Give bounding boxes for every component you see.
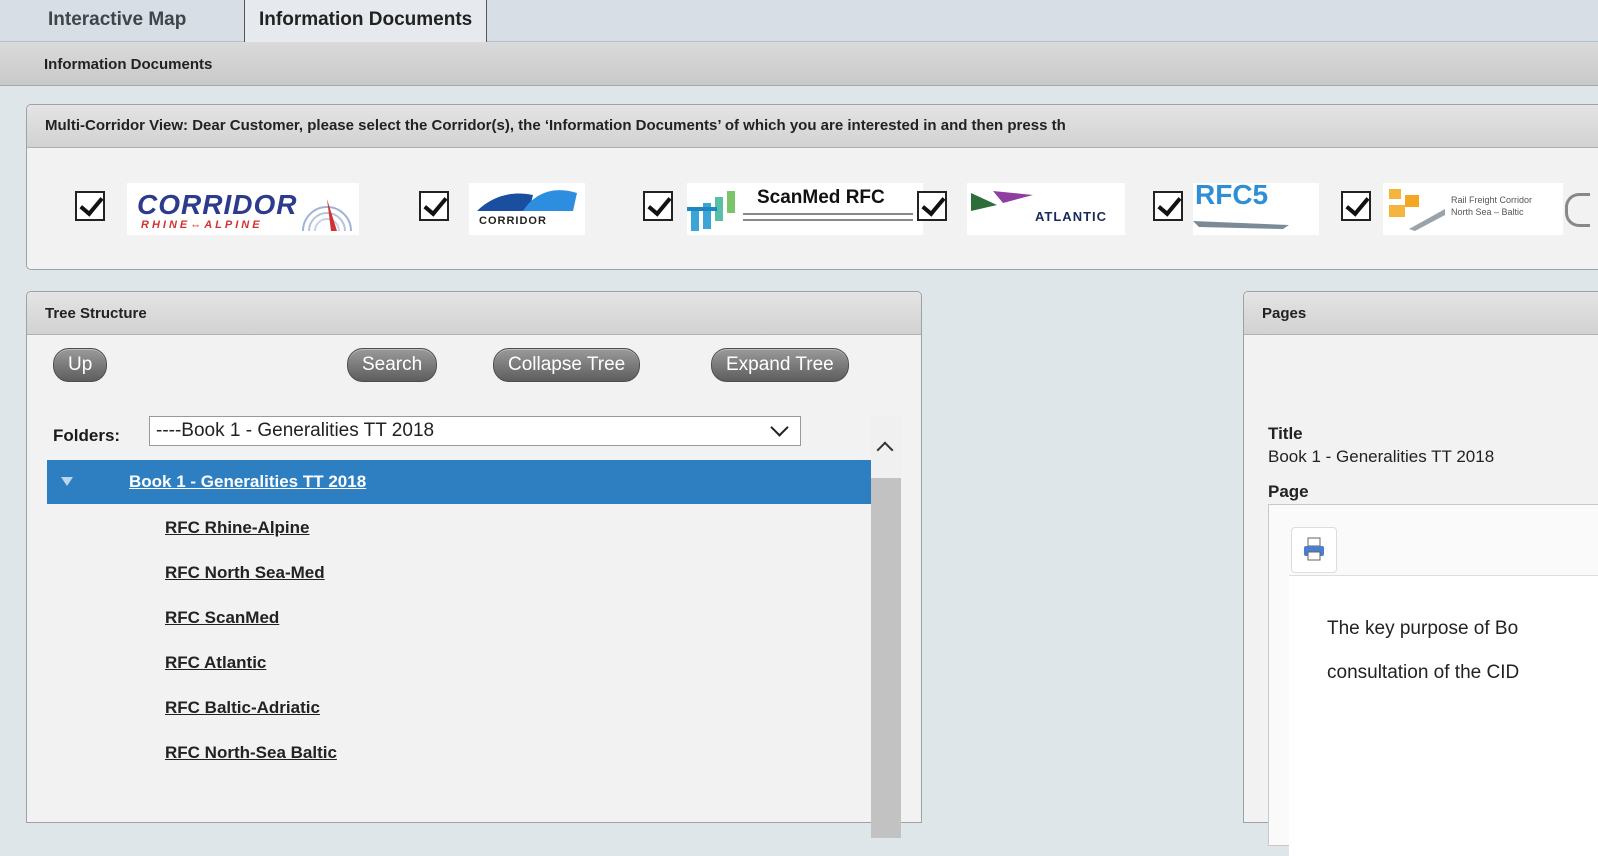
tree-node-rfc-scanmed[interactable]: RFC ScanMed xyxy=(165,608,279,628)
tree-node-root[interactable]: Book 1 - Generalities TT 2018 xyxy=(47,460,871,504)
logo-title: ScanMed RFC xyxy=(757,187,885,208)
print-button[interactable] xyxy=(1291,527,1337,573)
corridor-rfc5-checkbox[interactable] xyxy=(1153,191,1183,221)
tree-scrollbar[interactable] xyxy=(871,416,901,838)
up-button[interactable]: Up xyxy=(53,348,108,382)
corridor-scanmed-logo: ScanMed RFC xyxy=(687,183,923,235)
sub-header-bar: Information Documents xyxy=(0,42,1598,86)
scroll-up-icon[interactable] xyxy=(876,441,894,459)
page-text-line-2: consultation of the CID xyxy=(1327,662,1520,683)
corridor-scanmed-checkbox[interactable] xyxy=(643,191,673,221)
stripes-logo-icon xyxy=(687,191,735,231)
tree-area: Folders: ----Book 1 - Generalities TT 20… xyxy=(45,416,871,836)
search-button[interactable]: Search xyxy=(347,348,438,382)
tree-structure-panel: Tree Structure Up Search Collapse Tree E… xyxy=(26,291,922,838)
wave-logo-icon xyxy=(477,190,577,211)
logo-title: RFC5 xyxy=(1195,179,1269,210)
tree-expanded-icon[interactable] xyxy=(61,477,73,486)
page-label: Page xyxy=(1268,482,1309,501)
tree-node-root-label[interactable]: Book 1 - Generalities TT 2018 xyxy=(129,460,366,504)
corridor-north-sea-baltic-checkbox[interactable] xyxy=(1341,191,1371,221)
multi-corridor-header: Multi-Corridor View: Dear Customer, plea… xyxy=(27,105,1598,148)
corridor-rhine-alpine-logo: CORRIDOR RHINE⇔ALPINE xyxy=(127,183,359,235)
blocks-logo-icon xyxy=(1389,189,1445,231)
logo-fineprint xyxy=(743,219,913,221)
tab-interactive-map[interactable]: Interactive Map xyxy=(34,0,200,41)
sub-header-title: Information Documents xyxy=(44,56,213,73)
logo-title: Rail Freight Corridor xyxy=(1451,195,1533,205)
flag-logo-icon xyxy=(971,191,1033,211)
logo-subtitle: North Sea – Baltic xyxy=(1451,207,1524,217)
logo-title: ATLANTIC xyxy=(1035,209,1108,224)
tab-information-documents[interactable]: Information Documents xyxy=(244,0,488,42)
folders-label: Folders: xyxy=(53,426,121,445)
expand-tree-button[interactable]: Expand Tree xyxy=(711,348,849,382)
title-value: Book 1 - Generalities TT 2018 xyxy=(1268,447,1495,466)
logo-fineprint xyxy=(743,213,913,215)
tree-node-rfc-north-sea-baltic[interactable]: RFC North-Sea Baltic xyxy=(165,743,337,763)
page-text-line-1: The key purpose of Bo xyxy=(1327,618,1519,639)
track-logo-icon xyxy=(1193,221,1289,229)
logo-title: CORRIDOR xyxy=(137,189,298,220)
corridor-rfc5-logo: RFC5 xyxy=(1193,179,1319,235)
tree-node-rfc-north-sea-med[interactable]: RFC North Sea-Med xyxy=(165,563,325,583)
corridor-north-sea-med-checkbox[interactable] xyxy=(419,191,449,221)
page-content: The key purpose of Bo consultation of th… xyxy=(1289,575,1598,856)
top-tab-bar: Interactive Map Information Documents xyxy=(0,0,1598,42)
corridor-atlantic-checkbox[interactable] xyxy=(917,191,947,221)
rainbow-arc-icon xyxy=(302,199,352,232)
folders-select[interactable]: ----Book 1 - Generalities TT 2018 xyxy=(149,416,801,446)
tree-structure-header: Tree Structure xyxy=(27,292,921,335)
collapse-tree-button[interactable]: Collapse Tree xyxy=(493,348,641,382)
corridor-atlantic-logo: ATLANTIC xyxy=(967,183,1125,235)
corridor-rhine-alpine-checkbox[interactable] xyxy=(75,191,105,221)
tree-node-rfc-rhine-alpine[interactable]: RFC Rhine-Alpine xyxy=(165,518,310,538)
page-viewer: The key purpose of Bo consultation of th… xyxy=(1268,504,1598,856)
tree-node-rfc-atlantic[interactable]: RFC Atlantic xyxy=(165,653,266,673)
tree-node-rfc-baltic-adriatic[interactable]: RFC Baltic-Adriatic xyxy=(165,698,320,718)
next-corridor-partial[interactable] xyxy=(1565,193,1590,227)
tree-scrollbar-thumb[interactable] xyxy=(871,478,901,838)
folders-selected-value: ----Book 1 - Generalities TT 2018 xyxy=(156,420,435,441)
pages-panel: Pages Title Book 1 - Generalities TT 201… xyxy=(1243,291,1598,856)
multi-corridor-panel: Multi-Corridor View: Dear Customer, plea… xyxy=(26,104,1598,270)
logo-subtitle: RHINE⇔ALPINE xyxy=(141,219,263,231)
title-label: Title xyxy=(1268,424,1303,443)
corridor-north-sea-baltic-logo: Rail Freight Corridor North Sea – Baltic xyxy=(1383,183,1563,235)
logo-title: CORRIDOR xyxy=(479,215,547,227)
corridor-north-sea-med-logo: CORRIDOR xyxy=(469,183,585,235)
pages-header: Pages xyxy=(1244,292,1598,335)
print-icon xyxy=(1304,537,1324,561)
chevron-down-icon xyxy=(770,418,789,437)
